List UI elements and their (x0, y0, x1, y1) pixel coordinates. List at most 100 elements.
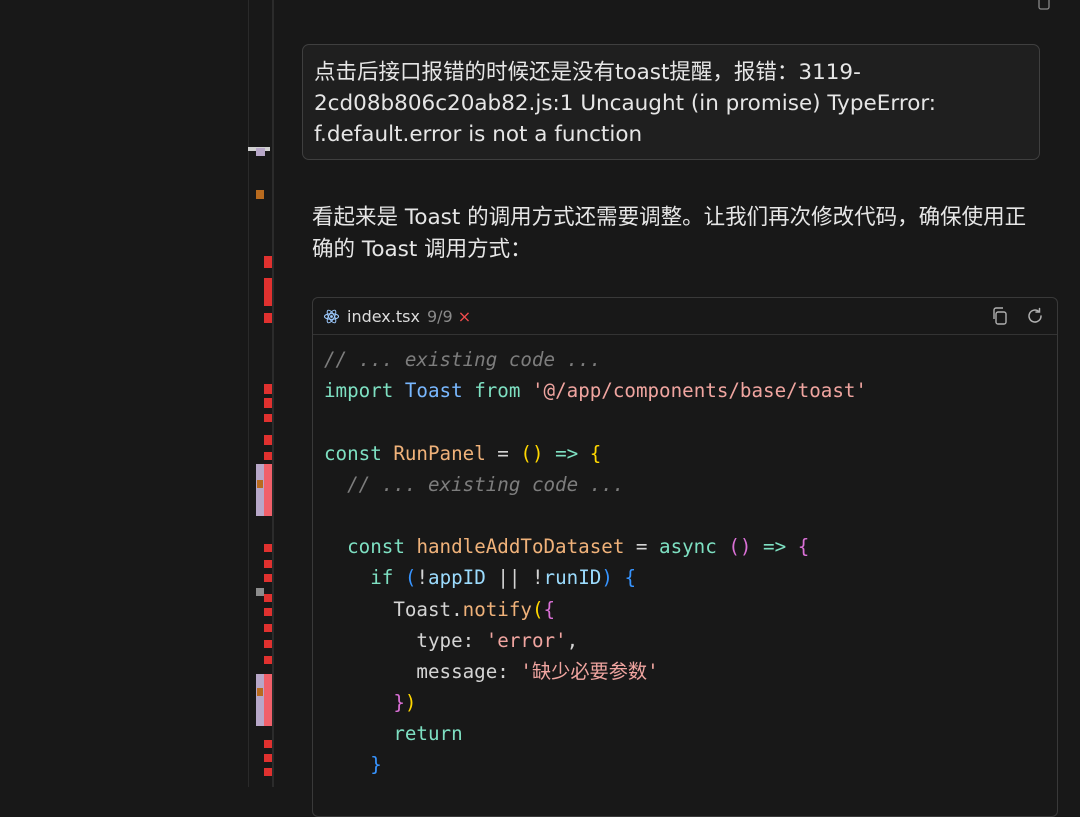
diff-marker (264, 256, 272, 268)
code-token: Toast (393, 597, 452, 621)
diff-marker (264, 624, 272, 632)
code-token: '缺少必要参数' (520, 659, 659, 683)
diff-marker (264, 574, 272, 582)
user-message[interactable]: 点击后接口报错的时候还是没有toast提醒，报错：3119- 2cd08b806… (302, 44, 1040, 160)
code-token: '@/app/components/base/toast' (531, 379, 867, 403)
code-line: const handleAddToDataset = async () => { (324, 531, 1057, 562)
user-message-line: f.default.error is not a function (314, 122, 643, 147)
diff-marker (264, 414, 272, 422)
diff-marker (264, 768, 272, 776)
code-token: { (797, 535, 810, 559)
diff-marker (264, 560, 272, 568)
code-token: () (728, 535, 752, 559)
diff-marker (256, 674, 264, 726)
diff-marker (256, 190, 264, 199)
code-token: from (474, 379, 521, 403)
diff-marker (264, 278, 272, 306)
code-line: // ... existing code ... (324, 469, 1057, 500)
diff-marker (264, 640, 272, 648)
code-line: Toast.notify({ (324, 594, 1057, 625)
code-token: 'error' (485, 628, 567, 652)
diff-marker (264, 398, 272, 408)
diff-marker (264, 608, 272, 616)
code-token: } (370, 753, 382, 777)
user-message-line: 2cd08b806c20ab82.js:1 Uncaught (in promi… (314, 91, 937, 116)
diff-marker (264, 674, 272, 726)
diff-marker (264, 740, 272, 748)
code-token: RunPanel (393, 441, 486, 465)
chat-panel: 点击后接口报错的时候还是没有toast提醒，报错：3119- 2cd08b806… (274, 0, 1080, 817)
code-token: = (624, 535, 660, 559)
code-token: return (393, 722, 463, 746)
diff-marker (264, 754, 272, 762)
code-token: message (416, 659, 498, 683)
ruler-divider (248, 0, 249, 787)
overview-ruler (0, 0, 274, 787)
copy-icon[interactable] (990, 306, 1010, 326)
code-block-header: index.tsx 9/9 × (313, 298, 1057, 335)
code-token: if (370, 566, 394, 590)
diff-marker (264, 594, 272, 602)
code-filename[interactable]: index.tsx (347, 307, 420, 326)
code-token: ) (601, 566, 613, 590)
code-token: const (347, 535, 405, 559)
code-token: Toast (404, 379, 463, 403)
diff-marker (264, 544, 272, 552)
code-block: index.tsx 9/9 × // ... existing code ...… (312, 297, 1058, 817)
change-count: 9/9 (426, 306, 453, 326)
diff-marker (264, 464, 272, 516)
code-actions (990, 306, 1045, 326)
refresh-icon[interactable] (1025, 306, 1045, 326)
code-line: }) (324, 687, 1057, 718)
diff-marker (257, 688, 263, 696)
code-token: ( (404, 566, 417, 590)
code-token: ) (404, 691, 417, 715)
code-token: // ... existing code ... (324, 348, 602, 371)
code-token: . (451, 597, 463, 621)
code-line: return (324, 718, 1057, 749)
code-token: runID (543, 566, 602, 590)
code-line: type: 'error', (324, 625, 1057, 656)
diff-marker (264, 656, 272, 664)
assistant-message: 看起来是 Toast 的调用方式还需要调整。让我们再次修改代码，确保使用正 确的… (312, 202, 1064, 266)
code-token: { (624, 566, 636, 590)
code-line: // ... existing code ... (324, 344, 1057, 375)
code-token: , (566, 628, 579, 652)
diff-marker (256, 148, 265, 156)
code-token: appID (428, 566, 486, 590)
code-line: const RunPanel = () => { (324, 438, 1057, 469)
code-content[interactable]: // ... existing code ... import Toast fro… (313, 335, 1057, 781)
code-token: { (589, 441, 602, 465)
reject-icon[interactable]: × (458, 307, 471, 326)
user-message-line: 点击后接口报错的时候还是没有toast提醒，报错：3119- (314, 60, 861, 85)
code-token: ( (531, 597, 544, 621)
code-token: || ! (485, 566, 544, 590)
code-line: message: '缺少必要参数' (324, 656, 1057, 687)
code-line: import Toast from '@/app/components/base… (324, 375, 1057, 406)
code-token: { (543, 597, 556, 621)
code-token: async (659, 535, 717, 559)
diff-marker (256, 588, 264, 596)
code-token: handleAddToDataset (416, 535, 625, 559)
react-icon (323, 308, 340, 325)
code-line: } (324, 749, 1057, 780)
code-token: () (520, 441, 544, 465)
code-token: => (751, 535, 798, 559)
code-token: // ... existing code ... (347, 472, 625, 496)
code-token: ! (416, 566, 429, 590)
code-token: import (324, 379, 394, 403)
copy-icon[interactable] (1037, 0, 1051, 10)
diff-marker (264, 435, 272, 445)
diff-marker (256, 464, 264, 516)
code-token: notify (462, 597, 532, 621)
